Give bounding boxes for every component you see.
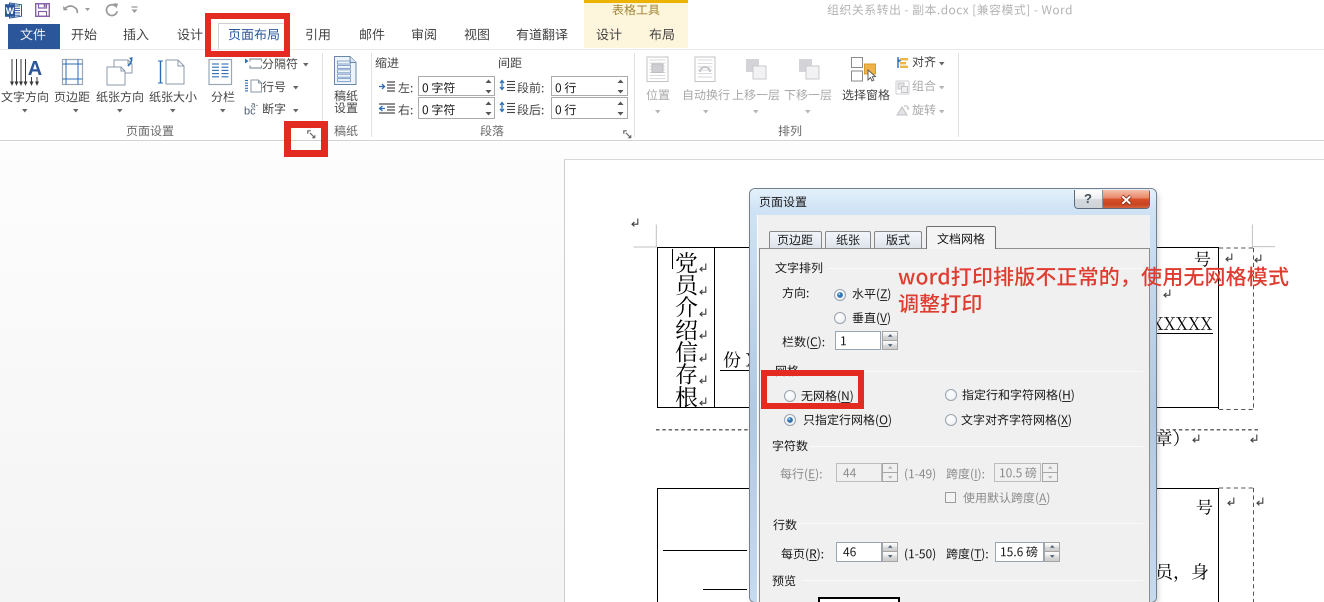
svg-text:W: W — [6, 6, 15, 16]
svg-text:a-: a- — [251, 101, 258, 110]
svg-text:A: A — [28, 58, 42, 80]
